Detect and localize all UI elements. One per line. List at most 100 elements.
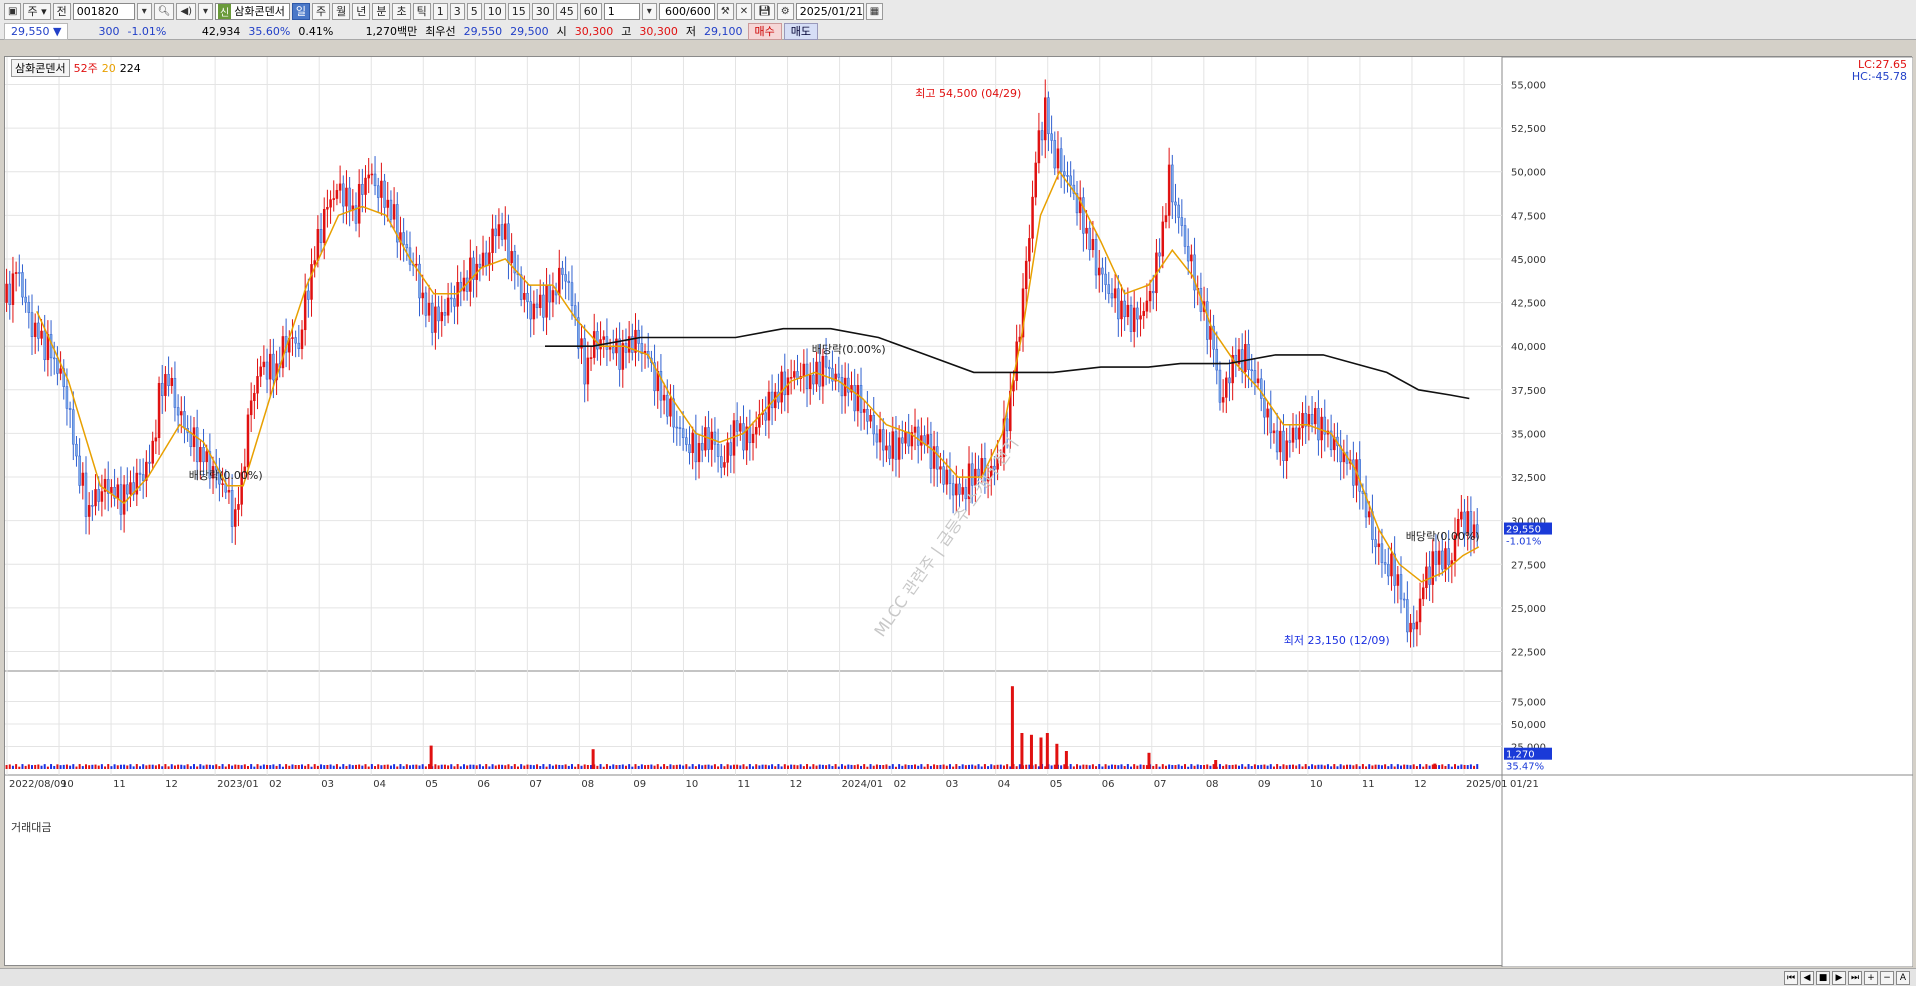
volume-bar [1158, 766, 1161, 769]
volume-bar [237, 764, 240, 769]
volume-bar [936, 765, 939, 769]
next-icon[interactable]: ▶ [1832, 970, 1846, 985]
volume-bar [516, 766, 519, 769]
volume-bar [790, 764, 793, 769]
volume-bar [1469, 764, 1472, 769]
interval-10[interactable]: 10 [483, 2, 506, 20]
stock-name-field[interactable]: 신 삼화콘덴서 [215, 2, 290, 20]
candle-body [1059, 148, 1063, 172]
candle-body [942, 466, 945, 485]
volume-bar [396, 766, 399, 769]
units-input[interactable]: 1 [603, 2, 640, 20]
volume-bar [818, 764, 821, 769]
candle-body [955, 483, 958, 496]
volume-bar [97, 765, 100, 769]
indicator-icon[interactable]: ⚒ [716, 2, 734, 20]
zoom-out-icon[interactable]: − [1880, 970, 1894, 985]
period-dropdown[interactable]: 주 ▾ [23, 2, 51, 20]
units-dropdown-icon[interactable]: ▾ [641, 2, 657, 20]
zoom-in-icon[interactable]: + [1864, 970, 1878, 985]
interval-15[interactable]: 15 [507, 2, 530, 20]
volume-bar [399, 764, 402, 769]
crosshair-icon[interactable]: ✕ [735, 2, 753, 20]
last-icon[interactable]: ⏭ [1848, 970, 1862, 985]
candle-body [43, 330, 46, 361]
buy-button[interactable]: 매수 [747, 22, 782, 40]
volume-bar [672, 765, 675, 769]
tab-period-second[interactable]: 초 [392, 2, 411, 20]
tab-period-month[interactable]: 월 [332, 2, 351, 20]
candle-body [500, 224, 504, 240]
interval-1[interactable]: 1 [432, 2, 448, 20]
candle-body [1107, 284, 1111, 294]
price-tick-label: 55,000 [1511, 80, 1546, 91]
candle-body [1101, 267, 1104, 275]
volume-bar [999, 764, 1002, 769]
settings-icon[interactable]: ⚙ [776, 2, 794, 20]
speaker-dropdown-icon[interactable]: ▾ [198, 2, 214, 20]
tab-period-minute[interactable]: 분 [372, 2, 391, 20]
tab-period-year[interactable]: 년 [352, 2, 371, 20]
search-icon[interactable]: 🔍︎ [153, 2, 175, 20]
tab-period-day[interactable]: 일 [291, 2, 310, 20]
volume-bar [1015, 766, 1018, 769]
candle-body [488, 252, 491, 266]
interval-3[interactable]: 3 [449, 2, 465, 20]
tab-period-week[interactable]: 주 [311, 2, 331, 20]
candle-body [1367, 511, 1371, 518]
window-toggle-icon[interactable]: ▣ [4, 2, 22, 20]
volume-bar [224, 766, 227, 769]
candle-body [1291, 427, 1295, 443]
prev-icon[interactable]: ◀ [1800, 970, 1814, 985]
dividend-annotation: 배당락(0.00%) [189, 469, 263, 482]
interval-5[interactable]: 5 [466, 2, 482, 20]
stock-code-input[interactable]: 001820 [72, 2, 135, 20]
volume-bar [231, 765, 234, 769]
interval-45[interactable]: 45 [555, 2, 578, 20]
volume-bar [974, 765, 977, 769]
volume-bar [701, 765, 704, 769]
legend-title[interactable]: 삼화콘덴서 [11, 59, 70, 77]
volume-bar [1187, 766, 1190, 769]
chart-area[interactable]: 55,000 52,500 50,000 47,500 45,000 42,500 40,0… [4, 56, 1913, 967]
volume-bar [1244, 766, 1247, 769]
volume-bar [389, 765, 392, 769]
speaker-icon[interactable]: ◀︎) [176, 2, 197, 20]
interval-60[interactable]: 60 [579, 2, 602, 20]
volume-bar [917, 765, 920, 769]
volume-bar [1069, 764, 1072, 769]
stop-icon[interactable]: ■ [1816, 970, 1830, 985]
interval-30[interactable]: 30 [531, 2, 554, 20]
candle-body [507, 223, 510, 264]
count-input[interactable]: 600/600 [658, 2, 715, 20]
volume-bar [1155, 764, 1158, 769]
volume-bar [167, 766, 170, 769]
date-input[interactable]: 2025/01/21 [795, 2, 864, 20]
sell-button[interactable]: 매도 [783, 22, 819, 40]
tab-period-tick[interactable]: 틱 [412, 2, 431, 20]
volume-bar [1152, 765, 1155, 769]
candle-body [916, 426, 920, 446]
time-tick-label: 07 [1154, 779, 1167, 790]
candle-body [1104, 273, 1107, 285]
text-icon[interactable]: A [1896, 970, 1910, 985]
volume-legend[interactable]: 거래대금 [11, 819, 51, 835]
candle-body [373, 173, 377, 187]
volume-bar [561, 765, 564, 769]
candle-body [564, 274, 567, 282]
candle-body [14, 272, 18, 274]
candle-body [494, 228, 497, 237]
candle-body [87, 505, 91, 517]
volume-bar [377, 764, 380, 769]
volume-bar [1412, 764, 1415, 769]
code-dropdown-icon[interactable]: ▾ [136, 2, 152, 20]
volume-bar [1072, 766, 1075, 769]
candle-body [1126, 304, 1130, 318]
candle-body [1098, 267, 1101, 276]
volume-bar [380, 765, 383, 769]
volume-bar [164, 764, 167, 769]
calendar-icon[interactable]: ▦ [865, 2, 884, 20]
save-icon[interactable]: 💾︎ [754, 2, 775, 20]
prev-button[interactable]: 전 [52, 2, 71, 20]
first-icon[interactable]: ⏮ [1784, 970, 1798, 985]
